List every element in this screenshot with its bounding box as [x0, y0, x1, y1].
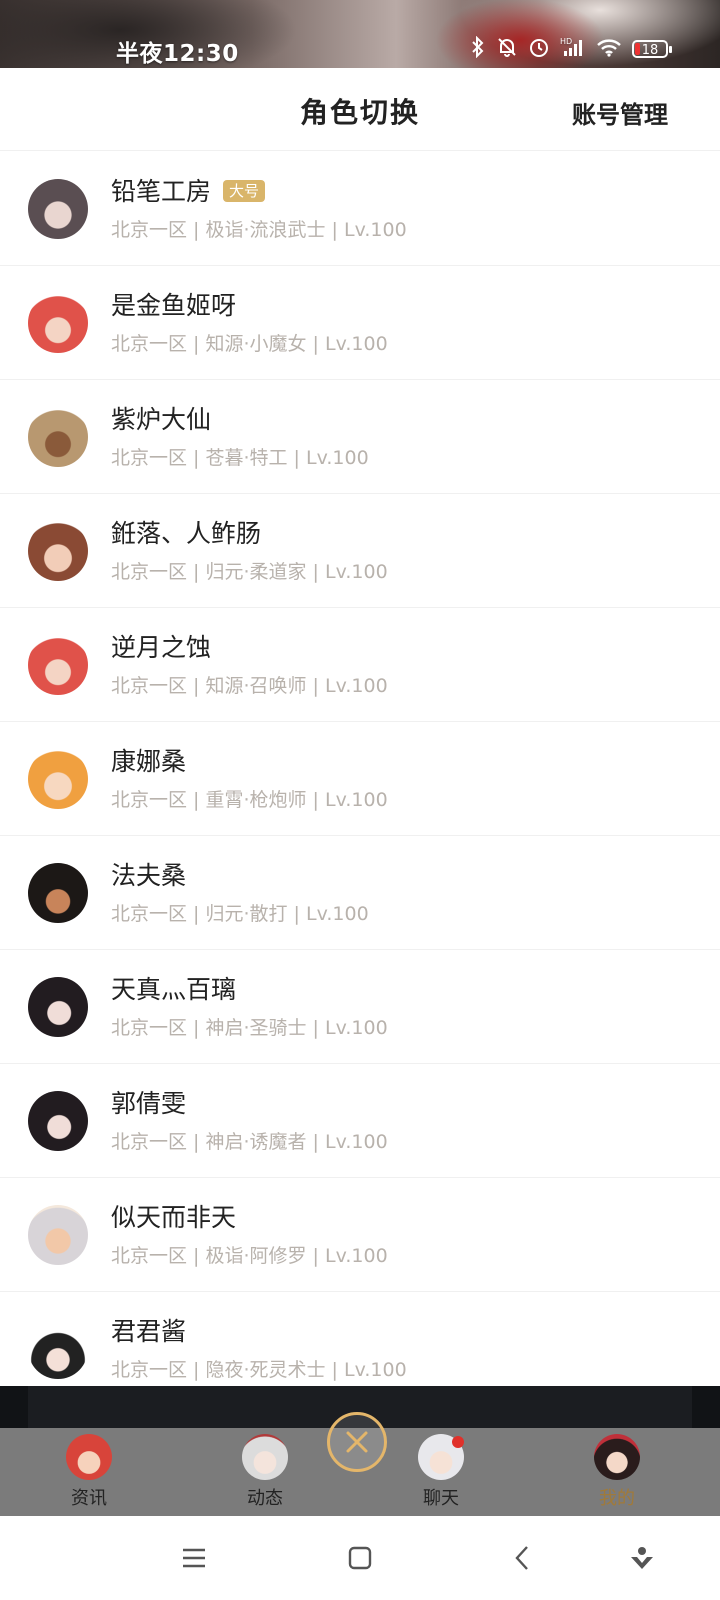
account-management-button[interactable]: 账号管理 — [572, 95, 668, 130]
role-item[interactable]: 法夫桑 北京一区 | 归元·散打 | Lv.100 — [0, 836, 720, 950]
tab-label: 动态 — [247, 1488, 283, 1509]
status-time: 半夜12:30 — [116, 41, 239, 67]
role-name: 天真灬百璃 — [111, 975, 237, 1004]
role-info: 北京一区 | 归元·柔道家 | Lv.100 — [111, 561, 388, 583]
avatar — [28, 521, 88, 581]
assistant-icon[interactable] — [622, 1538, 662, 1578]
role-item[interactable]: 銋落、人鲊肠 北京一区 | 归元·柔道家 | Lv.100 — [0, 494, 720, 608]
avatar — [28, 749, 88, 809]
role-info: 北京一区 | 知源·小魔女 | Lv.100 — [111, 333, 388, 355]
role-name: 紫炉大仙 — [111, 405, 212, 434]
role-name: 是金鱼姬呀 — [111, 291, 237, 320]
status-bar: 半夜12:30 HD 18 — [0, 0, 720, 68]
system-nav-bar — [0, 1516, 720, 1600]
profile-mascot-icon — [594, 1434, 640, 1480]
role-info: 北京一区 | 神启·圣骑士 | Lv.100 — [111, 1017, 388, 1039]
role-name: 铅笔工房 — [111, 177, 212, 206]
tab-label: 聊天 — [423, 1488, 459, 1509]
role-name: 銋落、人鲊肠 — [111, 519, 262, 548]
tab-news[interactable]: 资讯 — [44, 1434, 134, 1510]
role-info: 北京一区 | 神启·诱魔者 | Lv.100 — [111, 1131, 388, 1153]
avatar — [28, 179, 88, 239]
role-item[interactable]: 逆月之蚀 北京一区 | 知源·召唤师 | Lv.100 — [0, 608, 720, 722]
role-item[interactable]: 郭倩雯 北京一区 | 神启·诱魔者 | Lv.100 — [0, 1064, 720, 1178]
news-mascot-icon — [66, 1434, 112, 1480]
role-info: 北京一区 | 苍暮·特工 | Lv.100 — [111, 447, 369, 469]
bluetooth-icon — [470, 35, 486, 62]
tab-label: 我的 — [599, 1488, 635, 1509]
role-item[interactable]: 君君酱 北京一区 | 隐夜·死灵术士 | Lv.100 — [0, 1292, 720, 1386]
avatar — [28, 863, 88, 923]
role-name: 君君酱 — [111, 1317, 187, 1346]
role-name: 逆月之蚀 — [111, 633, 212, 662]
role-info: 北京一区 | 重霄·枪炮师 | Lv.100 — [111, 789, 388, 811]
close-button[interactable] — [327, 1412, 387, 1472]
avatar — [28, 407, 88, 467]
tab-feed[interactable]: 动态 — [220, 1434, 310, 1510]
role-name: 郭倩雯 — [111, 1089, 187, 1118]
avatar — [28, 1319, 88, 1379]
role-item[interactable]: 铅笔工房 大号 北京一区 | 极诣·流浪武士 | Lv.100 — [0, 152, 720, 266]
role-name: 康娜桑 — [111, 747, 187, 776]
avatar — [28, 635, 88, 695]
svg-text:HD: HD — [560, 37, 572, 46]
role-list[interactable]: 铅笔工房 大号 北京一区 | 极诣·流浪武士 | Lv.100 是金鱼姬呀 北京一… — [0, 152, 720, 1386]
role-info: 北京一区 | 隐夜·死灵术士 | Lv.100 — [111, 1359, 407, 1381]
avatar — [28, 977, 88, 1037]
role-name: 法夫桑 — [111, 861, 187, 890]
tab-label: 资讯 — [71, 1488, 107, 1509]
back-icon[interactable] — [502, 1538, 542, 1578]
hd-signal-icon: HD — [560, 36, 586, 62]
avatar — [28, 1205, 88, 1265]
mute-icon — [496, 36, 518, 62]
tab-profile[interactable]: 我的 — [572, 1434, 662, 1510]
page-header: 角色切换 账号管理 — [0, 68, 720, 151]
role-item[interactable]: 紫炉大仙 北京一区 | 苍暮·特工 | Lv.100 — [0, 380, 720, 494]
menu-icon[interactable] — [174, 1538, 214, 1578]
unread-dot — [452, 1436, 464, 1448]
role-info: 北京一区 | 归元·散打 | Lv.100 — [111, 903, 369, 925]
battery-level: 18 — [641, 43, 659, 58]
role-item[interactable]: 康娜桑 北京一区 | 重霄·枪炮师 | Lv.100 — [0, 722, 720, 836]
avatar — [28, 1091, 88, 1151]
role-item[interactable]: 天真灬百璃 北京一区 | 神启·圣骑士 | Lv.100 — [0, 950, 720, 1064]
role-info: 北京一区 | 知源·召唤师 | Lv.100 — [111, 675, 388, 697]
role-info: 北京一区 | 极诣·阿修罗 | Lv.100 — [111, 1245, 388, 1267]
chat-mascot-icon — [418, 1434, 464, 1480]
battery-icon: 18 — [632, 40, 672, 58]
role-item[interactable]: 似天而非天 北京一区 | 极诣·阿修罗 | Lv.100 — [0, 1178, 720, 1292]
feed-mascot-icon — [242, 1434, 288, 1480]
role-item[interactable]: 是金鱼姬呀 北京一区 | 知源·小魔女 | Lv.100 — [0, 266, 720, 380]
status-icons: HD 18 — [470, 35, 672, 62]
role-info: 北京一区 | 极诣·流浪武士 | Lv.100 — [111, 219, 407, 241]
wifi-icon — [596, 36, 622, 62]
main-account-badge: 大号 — [223, 180, 266, 202]
home-icon[interactable] — [340, 1538, 380, 1578]
alarm-icon — [528, 36, 550, 62]
close-icon — [346, 1431, 368, 1453]
tab-chat[interactable]: 聊天 — [396, 1434, 486, 1510]
avatar — [28, 293, 88, 353]
role-name: 似天而非天 — [111, 1203, 237, 1232]
